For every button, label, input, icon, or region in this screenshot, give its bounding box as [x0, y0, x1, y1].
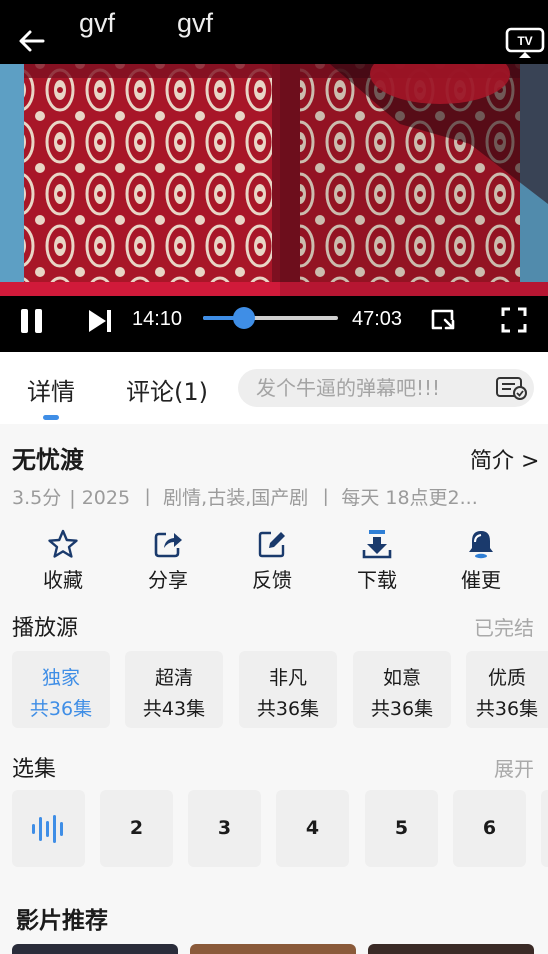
- tv-cast-icon[interactable]: TV: [505, 27, 545, 59]
- video-title-segment: gvf: [177, 8, 214, 38]
- recommend-thumbnail[interactable]: [368, 944, 534, 954]
- player-controls: 14:10 47:03: [0, 296, 548, 352]
- feedback-button[interactable]: 反馈: [227, 522, 317, 598]
- show-year: | 2025: [69, 487, 131, 509]
- source-name: 优质: [487, 667, 526, 689]
- share-icon: [154, 532, 182, 558]
- episode-item[interactable]: 4: [276, 790, 349, 867]
- episodes-title: 选集: [12, 757, 57, 782]
- share-button[interactable]: 分享: [123, 522, 213, 598]
- source-count: 共36集: [256, 698, 320, 720]
- source-item[interactable]: 非凡 共36集: [239, 651, 337, 728]
- favorite-button[interactable]: 收藏: [18, 522, 108, 598]
- source-count: 共36集: [370, 698, 434, 720]
- share-label: 分享: [148, 568, 188, 592]
- source-item[interactable]: 优质 共36集: [466, 651, 548, 728]
- intro-link[interactable]: 简介 >: [470, 443, 539, 475]
- playing-equalizer-icon: [31, 815, 63, 843]
- recommend-title: 影片推荐: [16, 908, 108, 934]
- source-list: 独家 共36集 超清 共43集 非凡 共36集 如意 共36集 优质 共36集: [12, 651, 548, 729]
- back-arrow-icon[interactable]: [14, 26, 48, 56]
- action-row: 收藏 分享 反馈 下载 催更: [0, 522, 548, 598]
- feedback-label: 反馈: [252, 568, 292, 592]
- source-name: 独家: [41, 667, 80, 689]
- source-item[interactable]: 独家 共36集: [12, 651, 110, 728]
- episode-playing[interactable]: [12, 790, 85, 867]
- episode-item[interactable]: 6: [453, 790, 526, 867]
- fullscreen-icon[interactable]: [500, 306, 528, 334]
- progress-knob[interactable]: [232, 307, 255, 329]
- source-name: 超清: [154, 667, 193, 689]
- source-item[interactable]: 如意 共36集: [353, 651, 451, 728]
- tab-bar: 详情 评论(1): [0, 352, 548, 424]
- progress-bar[interactable]: [203, 307, 338, 329]
- active-tab-indicator: [43, 415, 59, 420]
- recommend-thumbnail[interactable]: [12, 944, 178, 954]
- pause-icon[interactable]: [18, 306, 46, 336]
- show-meta: 3.5分 | 2025 丨 剧情,古装,国产剧 丨 每天 18点更2...: [12, 483, 532, 510]
- video-title-segment: gvf: [79, 8, 116, 38]
- urge-update-label: 催更: [461, 568, 501, 592]
- source-name: 如意: [382, 667, 421, 689]
- show-title: 无忧渡: [12, 446, 84, 474]
- video-player[interactable]: gvf gvf TV 14:10 47:03: [0, 0, 548, 352]
- show-schedule: 丨 每天 18点更2...: [316, 487, 478, 509]
- show-genres: 丨 剧情,古装,国产剧: [138, 487, 309, 509]
- rotate-screen-icon[interactable]: [430, 306, 458, 334]
- recommend-thumbnail[interactable]: [190, 944, 356, 954]
- favorite-label: 收藏: [43, 568, 83, 592]
- source-count: 共36集: [29, 698, 93, 720]
- danmaku-settings-icon[interactable]: [495, 376, 529, 400]
- episode-list: 2 3 4 5 6: [12, 790, 548, 868]
- urge-update-button[interactable]: 催更: [436, 522, 526, 598]
- episode-item[interactable]: 3: [188, 790, 261, 867]
- download-label: 下载: [357, 568, 397, 592]
- tv-cast-label: TV: [517, 34, 532, 48]
- current-time: 14:10: [132, 308, 183, 330]
- total-time: 47:03: [352, 308, 403, 330]
- next-episode-icon[interactable]: [86, 306, 116, 336]
- episode-item[interactable]: 2: [100, 790, 173, 867]
- episode-item-partial[interactable]: [541, 790, 548, 867]
- recommend-list: [12, 944, 548, 954]
- download-icon: [362, 530, 392, 559]
- detail-content: 无忧渡 简介 > 3.5分 | 2025 丨 剧情,古装,国产剧 丨 每天 18…: [0, 424, 548, 954]
- sources-status: 已完结: [474, 616, 534, 640]
- source-count: 共36集: [475, 698, 539, 720]
- sources-title: 播放源: [12, 616, 79, 641]
- bell-icon: [469, 531, 493, 559]
- source-item[interactable]: 超清 共43集: [125, 651, 223, 728]
- video-scene: [0, 64, 548, 296]
- star-icon: [48, 529, 78, 558]
- danmaku-box[interactable]: [238, 369, 534, 407]
- download-button[interactable]: 下载: [332, 522, 422, 598]
- tab-detail[interactable]: 详情: [27, 372, 75, 407]
- danmaku-input[interactable]: [256, 369, 486, 407]
- tab-comments[interactable]: 评论(1): [126, 372, 208, 407]
- episodes-expand[interactable]: 展开: [494, 753, 534, 782]
- source-name: 非凡: [268, 667, 307, 689]
- edit-icon: [258, 531, 285, 558]
- source-count: 共43集: [142, 698, 206, 720]
- video-frame[interactable]: [0, 64, 548, 296]
- show-rating: 3.5分: [12, 487, 62, 509]
- player-top-bar: gvf gvf TV: [0, 0, 548, 64]
- episode-item[interactable]: 5: [365, 790, 438, 867]
